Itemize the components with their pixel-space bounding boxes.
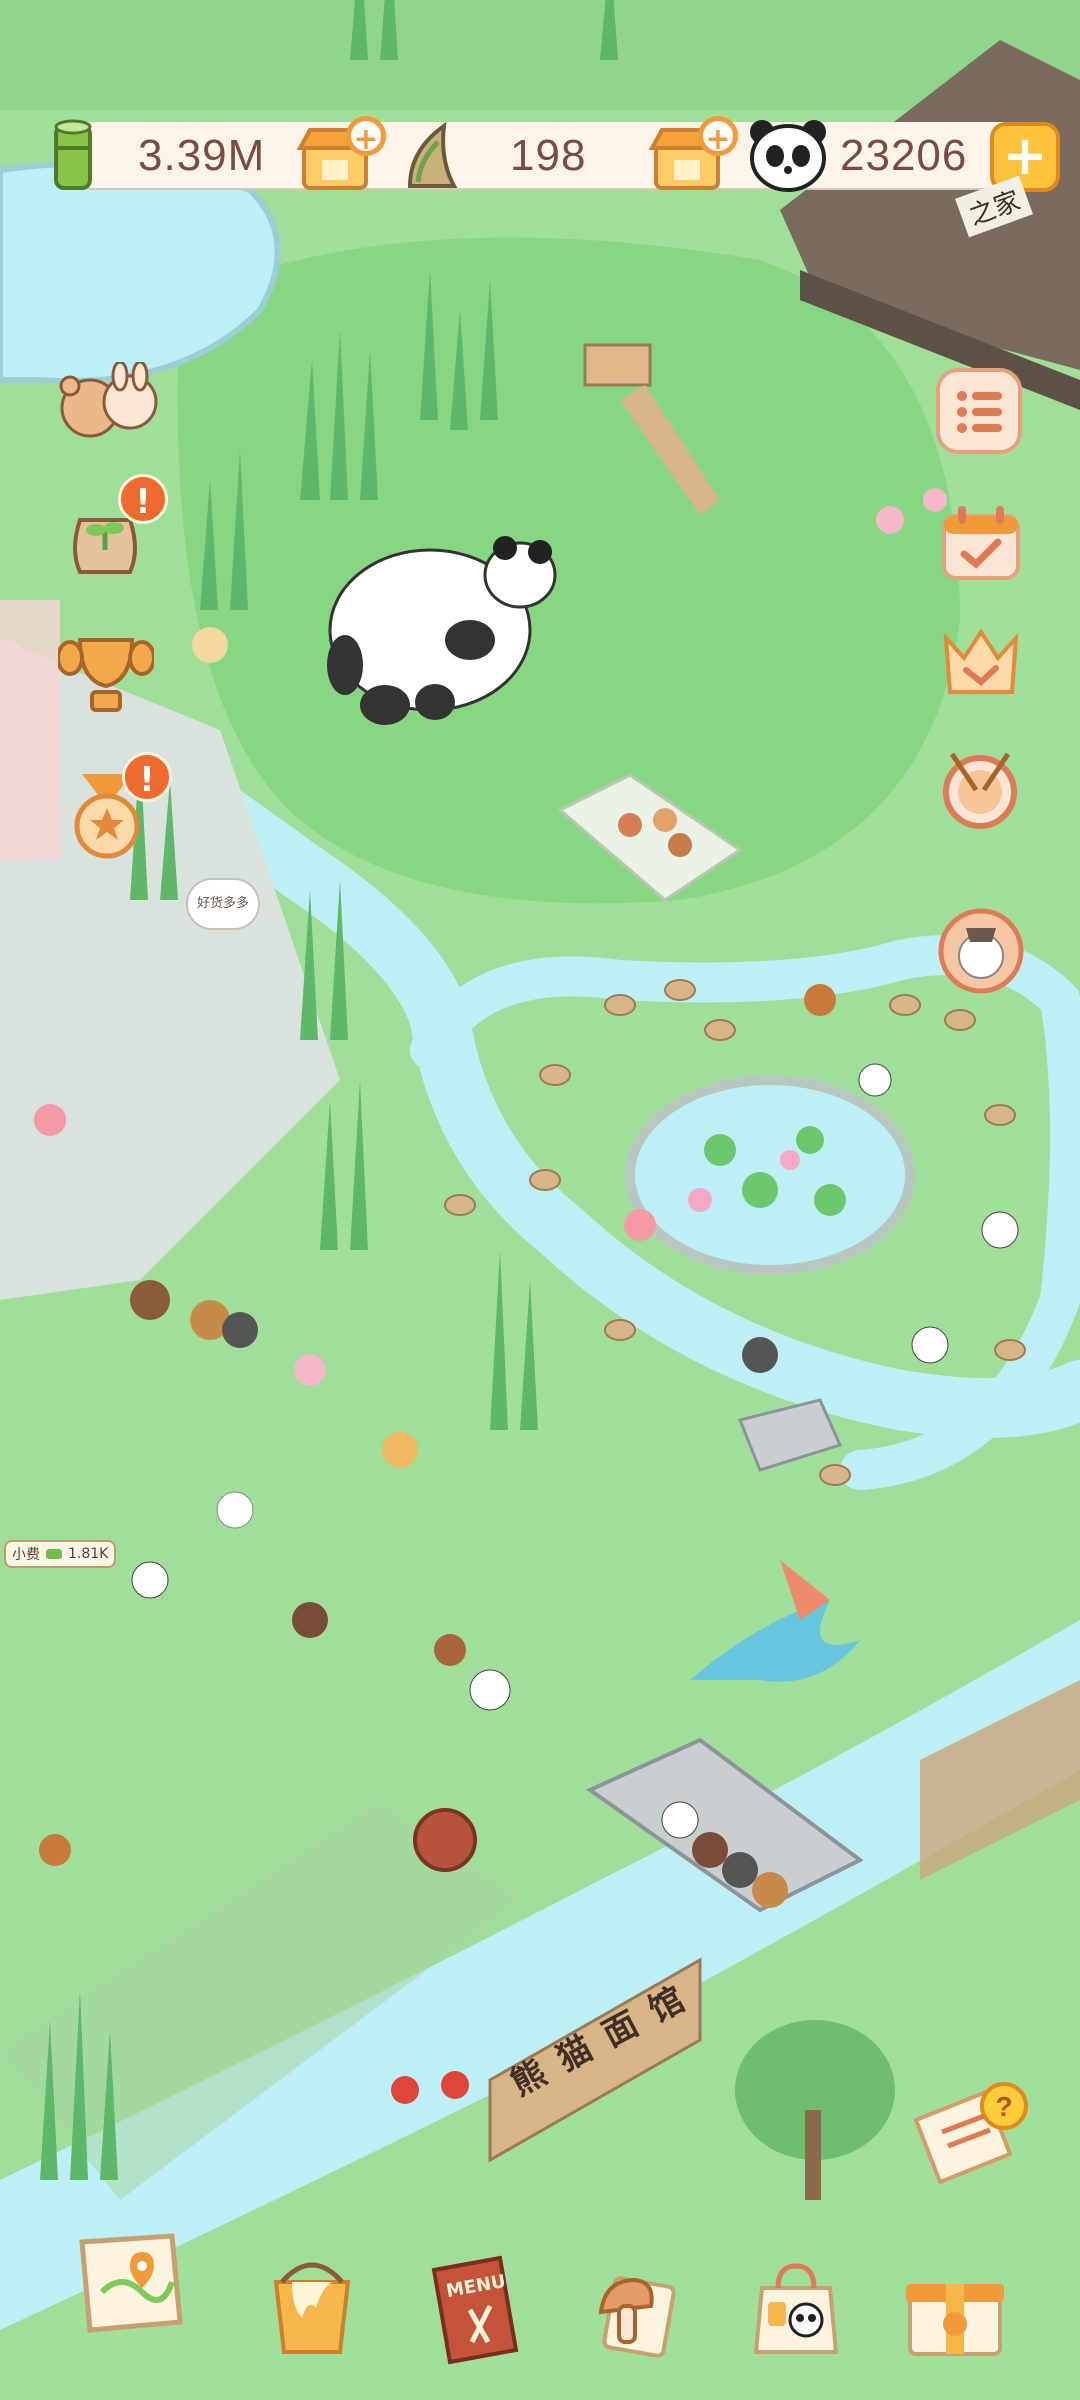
paint-bucket-button[interactable] bbox=[262, 2248, 362, 2358]
drum-event-button[interactable] bbox=[932, 744, 1028, 834]
task-list-button[interactable] bbox=[936, 368, 1022, 454]
tip-amount: 1.81K bbox=[68, 1546, 109, 1562]
map-button[interactable] bbox=[72, 2222, 192, 2342]
menu-button[interactable]: MENU bbox=[420, 2250, 530, 2370]
seed-bag-button[interactable]: ! bbox=[60, 474, 168, 580]
gift-box-button[interactable] bbox=[900, 2262, 1010, 2362]
bamboo-amount-text: 3.39M bbox=[138, 131, 266, 180]
speech-bubble-text: 好货多多 bbox=[196, 896, 249, 911]
panda-face-icon bbox=[748, 116, 828, 194]
plus-icon: + bbox=[698, 116, 738, 157]
character-portrait-button[interactable] bbox=[936, 906, 1026, 996]
alert-icon: ! bbox=[122, 752, 172, 802]
shoot-amount-text: 198 bbox=[510, 131, 587, 180]
bamboo-shoot-icon bbox=[400, 120, 464, 192]
shoot-amount: 198 bbox=[510, 110, 586, 202]
trophy-button[interactable] bbox=[56, 628, 156, 718]
tip-label-text: 小费 bbox=[12, 1547, 40, 1563]
mushroom-recipe-button[interactable] bbox=[585, 2262, 685, 2362]
panda-coins: 23206 bbox=[840, 110, 967, 202]
tip-label[interactable]: 小费 1.81K bbox=[4, 1540, 117, 1568]
panda-coins-text: 23206 bbox=[840, 131, 968, 180]
alert-icon: ! bbox=[118, 474, 168, 524]
plus-icon: + bbox=[346, 116, 386, 157]
bamboo-icon bbox=[44, 118, 102, 192]
friends-bears-button[interactable] bbox=[52, 360, 162, 442]
crown-button[interactable] bbox=[936, 618, 1026, 708]
bamboo-icon bbox=[46, 1549, 62, 1559]
shopping-bag-button[interactable] bbox=[748, 2258, 844, 2358]
shoot-shop-button[interactable]: + bbox=[648, 116, 738, 194]
bamboo-shop-button[interactable]: + bbox=[296, 116, 386, 194]
calendar-checkin-button[interactable] bbox=[936, 498, 1026, 588]
svg-text:?: ? bbox=[995, 2091, 1012, 2122]
help-notepad-button[interactable]: ? bbox=[906, 2080, 1036, 2190]
bamboo-amount: 3.39M bbox=[138, 110, 265, 202]
speech-bubble: 好货多多 bbox=[186, 878, 260, 930]
medal-button[interactable]: ! bbox=[62, 752, 172, 860]
